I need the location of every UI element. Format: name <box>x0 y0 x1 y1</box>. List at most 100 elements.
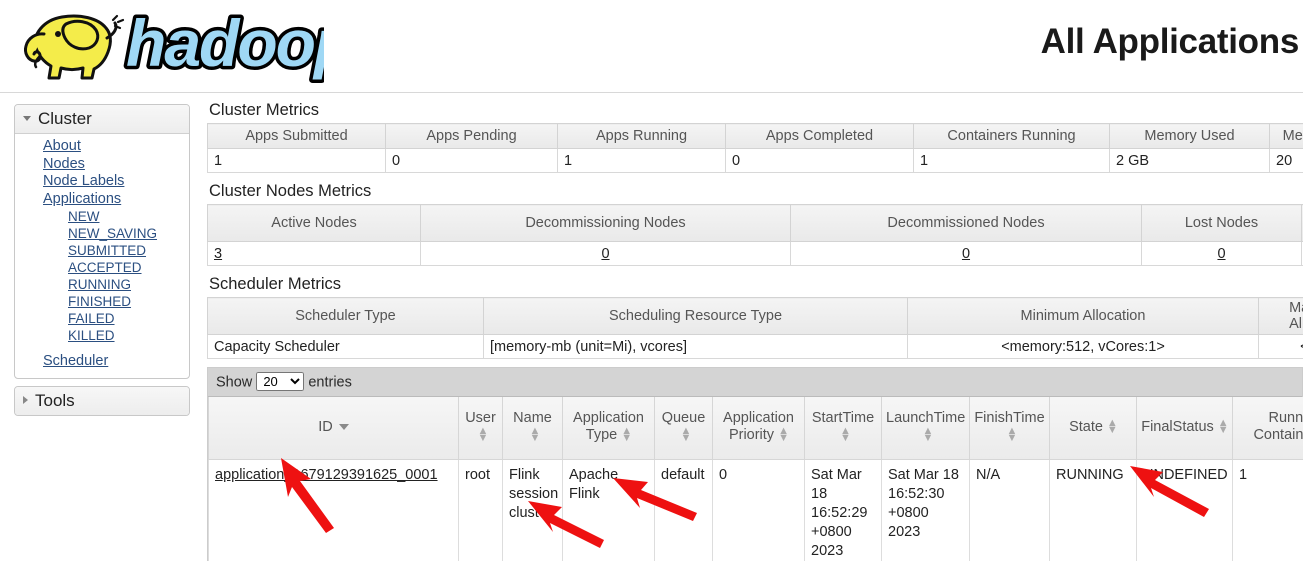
col-memory-total: Memory Total <box>1269 123 1303 149</box>
sidebar-item-accepted[interactable]: ACCEPTED <box>15 259 189 276</box>
sort-both-icon: ▲ ▼ <box>477 425 489 445</box>
cell-finish-time: N/A <box>969 459 1050 561</box>
col-user[interactable]: User ▲ ▼ <box>458 397 503 460</box>
sidebar-item-killed[interactable]: KILLED <box>15 327 189 344</box>
col-name-label: Name <box>513 410 552 427</box>
page-size-select[interactable]: 20 40 60 80 100 <box>256 372 305 391</box>
entries-label: entries <box>308 374 352 391</box>
yarn-resourcemanager-page: hadoop All Applications Cluster About No… <box>0 0 1303 561</box>
val-containers-running: 1 <box>913 148 1110 173</box>
col-scheduler-type: Scheduler Type <box>207 297 484 335</box>
sidebar-item-failed[interactable]: FAILED <box>15 310 189 327</box>
sort-both-icon: ▲ ▼ <box>1217 416 1229 436</box>
col-apps-running: Apps Running <box>557 123 726 149</box>
sidebar-item-applications[interactable]: Applications <box>15 191 189 209</box>
active-nodes-link[interactable]: 3 <box>214 246 222 262</box>
cell-state: RUNNING <box>1049 459 1137 561</box>
sidebar-item-nodes[interactable]: Nodes <box>15 156 189 174</box>
col-active-nodes: Active Nodes <box>207 204 421 242</box>
decommissioned-nodes-link[interactable]: 0 <box>962 246 970 262</box>
col-apps-pending: Apps Pending <box>385 123 558 149</box>
sidebar-panel-tools: Tools <box>14 385 190 416</box>
sidebar-item-new-saving[interactable]: NEW_SAVING <box>15 225 189 242</box>
cell-user: root <box>458 459 503 561</box>
page-title: All Applications <box>1040 22 1300 61</box>
sidebar-item-scheduler[interactable]: Scheduler <box>15 353 189 371</box>
sort-both-icon: ▲ ▼ <box>778 425 789 445</box>
col-finish-time-label: FinishTime <box>974 410 1045 427</box>
val-apps-pending: 0 <box>385 148 558 173</box>
svg-text:hadoop: hadoop <box>126 6 324 80</box>
table-header-row: Apps Submitted Apps Pending Apps Running… <box>207 123 1303 149</box>
table-header-row: ID User ▲ ▼ Name ▲ ▼ Application Type ▲ ▼ Queu <box>208 397 1303 460</box>
cluster-metrics-table: Apps Submitted Apps Pending Apps Running… <box>207 123 1303 173</box>
table-row: 1 0 1 0 1 2 GB 20 <box>207 148 1303 173</box>
col-finish-time[interactable]: FinishTime ▲ ▼ <box>969 397 1050 460</box>
sort-both-icon: ▲ ▼ <box>529 425 541 445</box>
sidebar-tools-label: Tools <box>35 390 75 410</box>
main-content: Cluster Metrics Apps Submitted Apps Pend… <box>207 100 1303 561</box>
val-decommissioning-nodes: 0 <box>420 241 791 266</box>
sort-both-icon: ▲ ▼ <box>680 425 692 445</box>
val-active-nodes: 3 <box>207 241 421 266</box>
application-id-link[interactable]: application_1679129391625_0001 <box>215 467 438 483</box>
sidebar-item-finished[interactable]: FINISHED <box>15 293 189 310</box>
col-decommissioned-nodes: Decommissioned Nodes <box>790 204 1142 242</box>
sidebar-item-node-labels[interactable]: Node Labels <box>15 173 189 191</box>
col-user-label: User <box>465 410 496 427</box>
col-id[interactable]: ID <box>208 397 459 460</box>
sidebar-panel-cluster: Cluster About Nodes Node Labels Applicat… <box>14 104 190 379</box>
show-label: Show <box>216 374 253 391</box>
sidebar-cluster-header[interactable]: Cluster <box>15 105 189 134</box>
chevron-down-icon <box>23 116 31 122</box>
sort-both-icon: ▲ ▼ <box>1006 425 1018 445</box>
sidebar-item-submitted[interactable]: SUBMITTED <box>15 242 189 259</box>
col-start-time[interactable]: StartTime ▲ ▼ <box>804 397 882 460</box>
sidebar-item-new[interactable]: NEW <box>15 208 189 225</box>
hadoop-logo[interactable]: hadoop <box>14 4 324 86</box>
sidebar-tools-header[interactable]: Tools <box>15 386 189 415</box>
sidebar-item-running[interactable]: RUNNING <box>15 276 189 293</box>
col-running-containers[interactable]: Running Containers▲▼ <box>1232 397 1303 460</box>
val-apps-completed: 0 <box>725 148 914 173</box>
table-header-row: Active Nodes Decommissioning Nodes Decom… <box>207 204 1303 242</box>
col-final-status[interactable]: FinalStatus ▲ ▼ <box>1136 397 1233 460</box>
val-lost-nodes: 0 <box>1141 241 1302 266</box>
cell-launch-time: Sat Mar 18 16:52:30 +0800 2023 <box>881 459 970 561</box>
cell-final-status: UNDEFINED <box>1136 459 1233 561</box>
decommissioning-nodes-link[interactable]: 0 <box>601 246 609 262</box>
val-decommissioned-nodes: 0 <box>790 241 1142 266</box>
page-header: hadoop All Applications <box>0 0 1303 93</box>
val-apps-submitted: 1 <box>207 148 386 173</box>
col-application-type-label: Application Type <box>573 410 644 444</box>
sidebar: Cluster About Nodes Node Labels Applicat… <box>14 104 190 423</box>
datatable-length-bar: Show 20 40 60 80 100 entries <box>208 368 1302 397</box>
table-row: Capacity Scheduler [memory-mb (unit=Mi),… <box>207 334 1303 359</box>
col-application-type[interactable]: Application Type ▲ ▼ <box>562 397 655 460</box>
col-queue[interactable]: Queue ▲ ▼ <box>654 397 713 460</box>
sidebar-cluster-label: Cluster <box>38 109 92 128</box>
sort-both-icon: ▲ ▼ <box>1106 416 1118 436</box>
cell-application-type: Apache Flink <box>562 459 655 561</box>
scheduler-metrics-title: Scheduler Metrics <box>209 275 342 293</box>
col-state[interactable]: State ▲ ▼ <box>1049 397 1137 460</box>
val-scheduler-type: Capacity Scheduler <box>207 334 484 359</box>
col-memory-used: Memory Used <box>1109 123 1270 149</box>
col-launch-time[interactable]: LaunchTime ▲ ▼ <box>881 397 970 460</box>
val-maximum-allocation: <mem <box>1258 334 1303 359</box>
col-application-priority[interactable]: Application Priority ▲ ▼ <box>712 397 805 460</box>
col-lost-nodes: Lost Nodes <box>1141 204 1302 242</box>
val-scheduling-resource-type: [memory-mb (unit=Mi), vcores] <box>483 334 908 359</box>
cell-name: Flink session cluster <box>502 459 563 561</box>
col-name[interactable]: Name ▲ ▼ <box>502 397 563 460</box>
val-apps-running: 1 <box>557 148 726 173</box>
col-minimum-allocation: Minimum Allocation <box>907 297 1259 335</box>
sidebar-item-about[interactable]: About <box>15 138 189 156</box>
col-containers-running: Containers Running <box>913 123 1110 149</box>
cell-start-time: Sat Mar 18 16:52:29 +0800 2023 <box>804 459 882 561</box>
table-header-row: Scheduler Type Scheduling Resource Type … <box>207 297 1303 335</box>
sidebar-cluster-body: About Nodes Node Labels Applications NEW… <box>15 134 189 378</box>
col-decommissioning-nodes: Decommissioning Nodes <box>420 204 791 242</box>
lost-nodes-link[interactable]: 0 <box>1217 246 1225 262</box>
col-running-containers-label: Running Containers <box>1253 410 1303 444</box>
